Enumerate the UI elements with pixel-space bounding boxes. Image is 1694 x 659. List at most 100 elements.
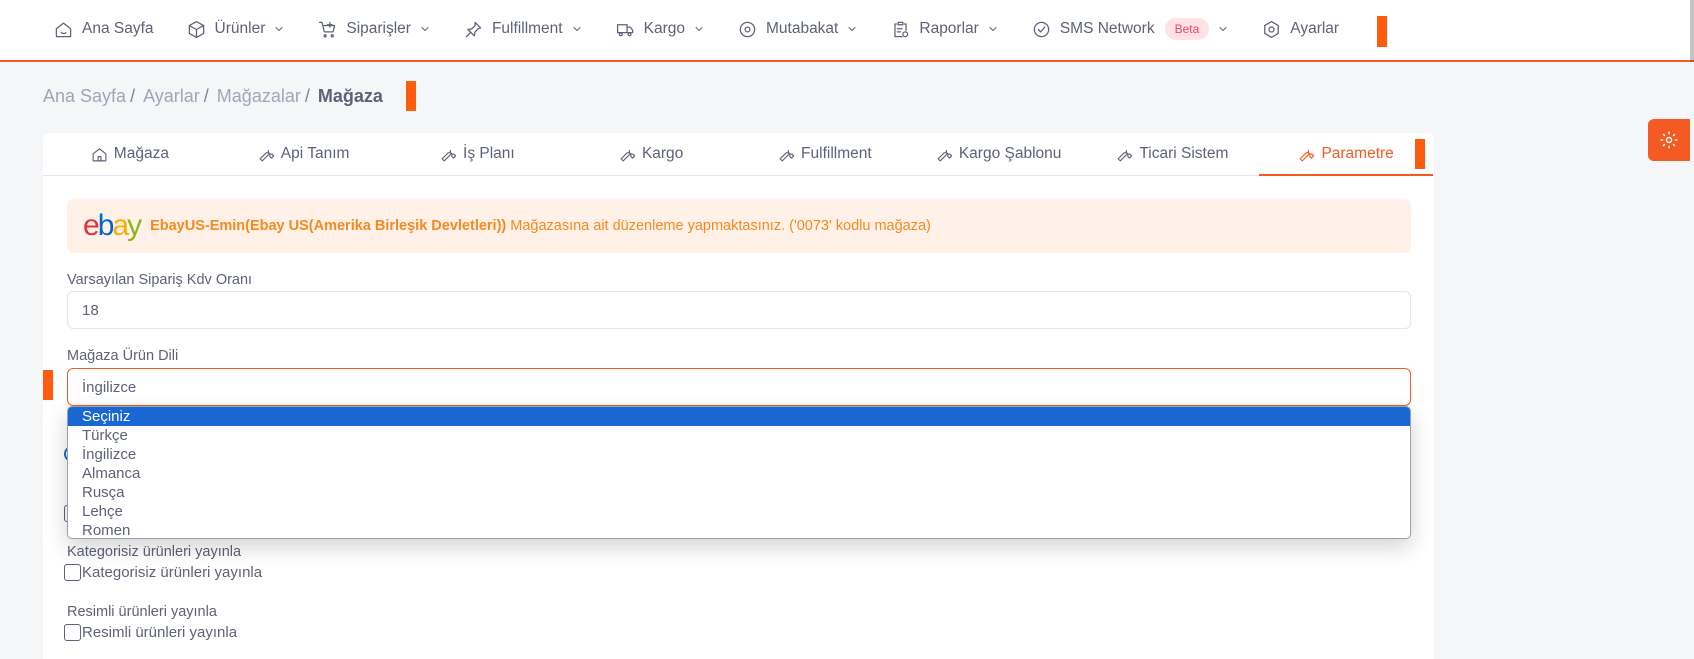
language-option[interactable]: Rusça xyxy=(68,483,1410,502)
tab-label: Api Tanım xyxy=(280,145,350,162)
focus-marker xyxy=(406,81,416,111)
nav-item-reports[interactable]: Raporlar xyxy=(891,20,998,39)
ebay-logo: ebay xyxy=(83,209,142,242)
nav-item-reconciliation[interactable]: Mutabakat xyxy=(738,20,858,39)
with-image-checkbox[interactable] xyxy=(64,624,81,641)
wrench-icon xyxy=(620,149,636,161)
kdv-input[interactable]: 18 xyxy=(67,291,1411,329)
nav-label: Mutabakat xyxy=(765,20,839,37)
wrench-icon xyxy=(779,149,795,161)
store-name: EbayUS-Emin(Ebay US(Amerika Birleşik Dev… xyxy=(150,218,507,234)
uncategorized-checkbox[interactable] xyxy=(64,564,81,581)
window-edge xyxy=(1690,0,1694,62)
breadcrumb-separator: / xyxy=(130,86,136,106)
language-option[interactable]: İngilizce xyxy=(68,445,1410,464)
chevron-down-icon xyxy=(1219,27,1227,31)
focus-marker xyxy=(1415,139,1425,169)
wrench-icon xyxy=(1299,149,1315,161)
checkbox-label: Resimli ürünleri yayınla xyxy=(82,624,238,641)
language-option[interactable]: Romen xyxy=(68,521,1410,538)
with-image-checkbox-row[interactable]: Resimli ürünleri yayınla xyxy=(64,624,237,641)
nav-label: Raporlar xyxy=(919,20,979,37)
nav-label: SMS Network xyxy=(1059,20,1155,37)
breadcrumb-item-home[interactable]: Ana Sayfa xyxy=(43,86,126,107)
tab-shipping-template[interactable]: Kargo Şablonu xyxy=(912,133,1086,175)
focus-marker xyxy=(1377,16,1387,47)
wrench-icon xyxy=(937,149,952,161)
tab-label: Fulfillment xyxy=(801,145,872,162)
focus-marker xyxy=(43,370,53,400)
uncategorized-checkbox-row[interactable]: Kategorisiz ürünleri yayınla xyxy=(64,564,262,581)
beta-badge: Beta xyxy=(1164,18,1210,40)
nav-label: Kargo xyxy=(643,20,685,37)
tab-parameter[interactable]: Parametre xyxy=(1259,133,1433,176)
breadcrumb: Ana Sayfa / Ayarlar / Mağazalar / Mağaza xyxy=(43,86,383,107)
breadcrumb-item-settings[interactable]: Ayarlar xyxy=(143,86,200,107)
breadcrumb-item-stores[interactable]: Mağazalar xyxy=(217,86,301,107)
nav-item-settings[interactable]: Ayarlar xyxy=(1262,20,1339,39)
eye-icon xyxy=(739,21,756,37)
nav-label: Ayarlar xyxy=(1290,20,1340,37)
checkbox-label: Kategorisiz ürünleri yayınla xyxy=(82,564,263,581)
uncategorized-label: Kategorisiz ürünleri yayınla xyxy=(67,544,242,560)
tab-store[interactable]: Mağaza xyxy=(43,133,217,175)
chevron-down-icon xyxy=(573,27,581,31)
nav-item-shipping[interactable]: Kargo xyxy=(616,20,705,39)
nav-item-products[interactable]: Ürünler xyxy=(187,20,286,39)
language-option[interactable]: Türkçe xyxy=(68,426,1410,445)
language-select[interactable]: İngilizce xyxy=(67,368,1411,406)
chevron-down-icon xyxy=(421,27,429,31)
tab-label: Kargo Şablonu xyxy=(958,145,1062,162)
top-navbar: Ana Sayfa Ürünler Siparişler Fulfillment… xyxy=(0,0,1694,62)
tab-label: İş Planı xyxy=(463,145,515,162)
chevron-down-icon xyxy=(989,27,997,31)
theme-settings-button[interactable] xyxy=(1648,119,1690,161)
language-option[interactable]: Almanca xyxy=(68,464,1410,483)
wrench-icon xyxy=(441,149,457,161)
tab-label: Ticari Sistem xyxy=(1139,145,1229,162)
nav-item-home[interactable]: Ana Sayfa xyxy=(54,20,154,39)
with-image-label: Resimli ürünleri yayınla xyxy=(67,604,217,620)
breadcrumb-separator: / xyxy=(304,86,310,106)
tab-label: Mağaza xyxy=(113,145,169,162)
truck-icon xyxy=(616,23,633,36)
nav-item-orders[interactable]: Siparişler xyxy=(318,20,431,39)
wrench-icon xyxy=(259,149,274,161)
gear-icon xyxy=(1660,131,1678,149)
tab-label: Kargo xyxy=(641,145,684,162)
chevron-down-icon xyxy=(848,27,856,31)
main-menu: Ana Sayfa Ürünler Siparişler Fulfillment… xyxy=(54,0,1372,58)
home-icon xyxy=(92,147,107,161)
alert-message: Mağazasına ait düzenleme yapmaktasınız. … xyxy=(510,218,931,234)
nav-item-sms-network[interactable]: SMS Network Beta xyxy=(1032,18,1229,40)
breadcrumb-separator: / xyxy=(203,86,209,106)
box-icon xyxy=(188,20,204,38)
language-option[interactable]: Lehçe xyxy=(68,502,1410,521)
tab-commerce-system[interactable]: Ticari Sistem xyxy=(1086,133,1260,175)
language-label: Mağaza Ürün Dili xyxy=(67,348,179,364)
store-info-alert: ebay EbayUS-Emin(Ebay US(Amerika Birleşi… xyxy=(67,199,1411,253)
chevron-down-icon xyxy=(275,27,283,31)
store-settings-card: Mağaza Api Tanım İş Planı Kargo Fulfillm… xyxy=(43,133,1434,659)
nav-label: Ana Sayfa xyxy=(82,20,154,37)
wrench-icon xyxy=(1117,149,1133,161)
tab-shipping[interactable]: Kargo xyxy=(564,133,738,175)
nav-item-fulfillment[interactable]: Fulfillment xyxy=(464,20,583,39)
hexagon-gear-icon xyxy=(1264,20,1280,38)
check-circle-icon xyxy=(1033,21,1050,37)
tab-work-plan[interactable]: İş Planı xyxy=(391,133,565,175)
report-icon xyxy=(894,21,909,37)
pin-icon xyxy=(465,21,482,37)
kdv-label: Varsayılan Sipariş Kdv Oranı xyxy=(67,272,253,288)
cart-icon xyxy=(319,21,336,37)
nav-label: Ürünler xyxy=(214,20,266,37)
home-icon xyxy=(55,22,72,37)
tab-api[interactable]: Api Tanım xyxy=(217,133,391,175)
nav-label: Fulfillment xyxy=(491,20,563,37)
chevron-down-icon xyxy=(695,27,703,31)
settings-tabs: Mağaza Api Tanım İş Planı Kargo Fulfillm… xyxy=(43,133,1434,176)
tab-label: Parametre xyxy=(1321,145,1394,162)
nav-label: Siparişler xyxy=(346,20,411,37)
tab-fulfillment[interactable]: Fulfillment xyxy=(738,133,912,175)
language-option[interactable]: Seçiniz xyxy=(68,407,1410,426)
